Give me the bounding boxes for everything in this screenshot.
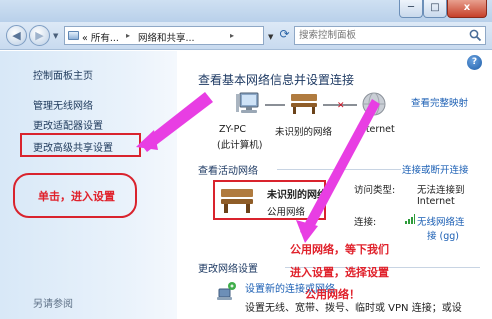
access-type-label: 访问类型:: [354, 185, 396, 196]
refresh-icon[interactable]: ⟳: [277, 26, 292, 45]
back-button[interactable]: ◀: [6, 25, 27, 46]
address-dropdown-icon[interactable]: ▼: [268, 33, 273, 41]
connections-label: 连接:: [354, 217, 377, 228]
connect-disconnect-link[interactable]: 连接或断开连接: [402, 162, 469, 176]
map-connection-line: [265, 104, 285, 106]
search-icon[interactable]: [469, 29, 482, 42]
full-map-link[interactable]: 查看完整映射: [411, 95, 468, 109]
forward-arrow-icon: ▶: [35, 29, 44, 42]
access-type-value-line2: Internet: [417, 196, 455, 207]
sidebar-item-advanced-sharing[interactable]: 更改高级共享设置: [33, 139, 113, 154]
wireless-connection-link[interactable]: 无线网络连: [417, 214, 465, 228]
change-settings-heading: 更改网络设置: [198, 264, 258, 275]
breadcrumb-separator-icon[interactable]: ▸: [126, 31, 130, 40]
close-button[interactable]: x: [447, 0, 487, 18]
recent-pages-chevron-icon[interactable]: ▼: [53, 32, 58, 40]
wireless-connection-link-line2[interactable]: 接 (gg): [427, 228, 459, 242]
sidebar-item-manage-wireless[interactable]: 管理无线网络: [33, 97, 93, 112]
section-divider: [285, 267, 480, 268]
search-input[interactable]: [299, 28, 459, 43]
globe-icon: [362, 92, 386, 116]
address-row: ◀ ▶ ▼ « 所有... ▸ 网络和共享... ▸ ▼ ⟳: [0, 22, 492, 50]
active-network-card[interactable]: 未识别的网络 公用网络: [213, 180, 327, 220]
setup-description: 设置无线、宽带、拨号、临时或 VPN 连接；或设: [245, 303, 462, 314]
sidebar: 控制面板主页 管理无线网络 更改适配器设置 更改高级共享设置 另请参阅: [0, 51, 177, 319]
active-networks-heading: 查看活动网络: [198, 166, 258, 177]
computer-icon: [236, 92, 259, 113]
network-name: 未识别的网络: [267, 190, 327, 201]
breadcrumb-separator-icon[interactable]: ▸: [230, 31, 234, 40]
breadcrumb-all-items[interactable]: « 所有...: [82, 30, 119, 44]
access-type-value: 无法连接到: [417, 185, 465, 196]
back-arrow-icon: ◀: [12, 29, 21, 42]
address-box[interactable]: « 所有... ▸ 网络和共享... ▸: [64, 26, 264, 45]
sidebar-item-adapter-settings[interactable]: 更改适配器设置: [33, 117, 103, 132]
help-icon[interactable]: ?: [467, 55, 482, 70]
sidebar-item-control-panel-home[interactable]: 控制面板主页: [33, 67, 93, 82]
computer-sublabel: (此计算机): [217, 140, 263, 151]
page-title: 查看基本网络信息并设置连接: [198, 73, 355, 87]
bench-network-icon: [291, 94, 317, 114]
bench-network-icon: [221, 189, 253, 213]
forward-button[interactable]: ▶: [29, 25, 50, 46]
control-panel-folder-icon: [68, 31, 79, 40]
section-divider: [277, 169, 401, 170]
network-node-label: 未识别的网络: [275, 127, 333, 138]
maximize-button[interactable]: □: [423, 0, 447, 18]
breadcrumb-network-sharing[interactable]: 网络和共享...: [138, 30, 195, 44]
computer-name: ZY-PC: [219, 124, 246, 135]
network-type-link[interactable]: 公用网络: [267, 204, 305, 218]
internet-node-label: Internet: [357, 124, 395, 135]
title-bar: ─ □ x: [0, 0, 492, 22]
disconnected-x-icon: ✕: [337, 101, 345, 111]
setup-connection-icon: [217, 282, 236, 300]
minimize-button[interactable]: ─: [399, 0, 423, 18]
setup-connection-link[interactable]: 设置新的连接或网络: [245, 280, 335, 295]
see-also-heading: 另请参阅: [33, 299, 73, 310]
search-box[interactable]: [294, 26, 486, 45]
signal-strength-icon: [405, 214, 415, 224]
main-pane: ? 查看基本网络信息并设置连接 ✕ ZY-PC (此计算机) 未识别的网络 In…: [177, 51, 492, 319]
